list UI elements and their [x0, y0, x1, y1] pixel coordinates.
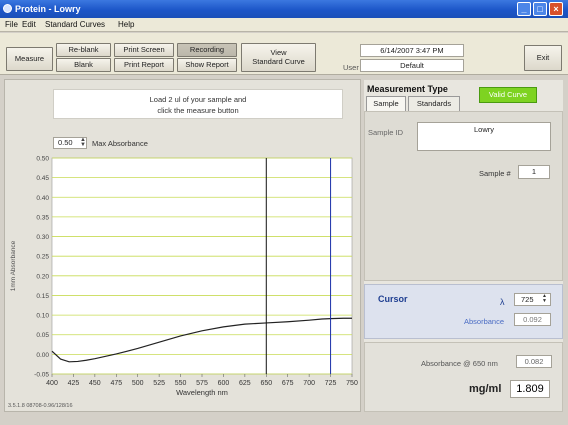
print-report-button[interactable]: Print Report: [114, 58, 174, 72]
view-standard-curve-button[interactable]: View Standard Curve: [241, 43, 316, 72]
x-tick-label: 400: [46, 380, 58, 387]
instruction-line-2: click the measure button: [157, 106, 239, 115]
exit-button[interactable]: Exit: [524, 45, 562, 71]
concentration-value: 1.809: [510, 380, 550, 398]
x-tick-label: 500: [132, 380, 144, 387]
show-report-button[interactable]: Show Report: [177, 58, 237, 72]
x-tick-label: 750: [346, 380, 358, 387]
y-tick-label: 0.25: [36, 254, 49, 261]
x-axis-label: Wavelength nm: [176, 388, 228, 397]
y-tick-label: 0.45: [36, 175, 49, 182]
x-tick-label: 625: [239, 380, 251, 387]
result-panel: [364, 342, 563, 412]
y-tick-label: 0.35: [36, 214, 49, 221]
menu-bar: File Edit Standard Curves Help: [0, 18, 568, 32]
x-tick-label: 650: [260, 380, 272, 387]
sample-id-input[interactable]: Lowry: [417, 122, 551, 151]
datetime-display: 6/14/2007 3:47 PM: [360, 44, 464, 57]
instruction-message: Load 2 ul of your sample and click the m…: [53, 89, 343, 119]
user-label: User: [343, 63, 359, 72]
x-tick-label: 700: [303, 380, 315, 387]
x-tick-label: 425: [68, 380, 80, 387]
reblank-button[interactable]: Re-blank: [56, 43, 111, 57]
measurement-type-title: Measurement Type: [367, 84, 448, 94]
instruction-line-1: Load 2 ul of your sample and: [149, 95, 247, 104]
menu-edit[interactable]: Edit: [22, 20, 36, 29]
menu-standard-curves[interactable]: Standard Curves: [45, 20, 105, 29]
x-tick-label: 475: [110, 380, 122, 387]
valid-curve-button[interactable]: Valid Curve: [479, 87, 537, 103]
sample-id-label: Sample ID: [368, 128, 404, 137]
blank-button[interactable]: Blank: [56, 58, 111, 72]
maximize-button[interactable]: □: [533, 2, 547, 16]
y-tick-label: 0.50: [36, 156, 49, 163]
view-standard-curve-label-2: Standard Curve: [252, 57, 305, 66]
version-footer: 3.5.1.8 08708-0.96/128/16: [8, 403, 73, 409]
y-tick-label: 0.20: [36, 273, 49, 280]
max-absorbance-label: Max Absorbance: [92, 139, 148, 148]
y-tick-label: 0.00: [36, 352, 49, 359]
print-screen-button[interactable]: Print Screen: [114, 43, 174, 57]
absorbance-at-650-value: 0.082: [516, 355, 552, 368]
concentration-unit: mg/ml: [469, 383, 502, 395]
x-tick-label: 600: [218, 380, 230, 387]
app-icon: [3, 4, 12, 13]
cursor-absorbance-label: Absorbance: [464, 317, 505, 326]
lambda-label: λ: [500, 297, 505, 307]
sample-number-input[interactable]: 1: [518, 165, 550, 179]
window-title: Protein - Lowry: [15, 4, 81, 14]
minimize-button[interactable]: _: [517, 2, 531, 16]
wavelength-spinner-icon[interactable]: ▲ ▼: [542, 294, 547, 304]
y-axis-label: 1mm Absorbance: [10, 240, 17, 291]
user-field[interactable]: Default: [360, 59, 464, 72]
sample-number-label: Sample #: [479, 169, 511, 178]
y-tick-label: 0.05: [36, 332, 49, 339]
tab-sample[interactable]: Sample: [366, 96, 406, 111]
plot-area: [51, 157, 353, 375]
y-tick-label: 0.10: [36, 313, 49, 320]
x-tick-label: 450: [89, 380, 101, 387]
cursor-absorbance-value: 0.092: [514, 313, 551, 326]
absorbance-at-650-label: Absorbance @ 650 nm: [421, 359, 498, 368]
x-tick-label: 550: [175, 380, 187, 387]
y-tick-label: 0.30: [36, 234, 49, 241]
title-bar: Protein - Lowry _ □ ×: [0, 0, 568, 18]
measure-button[interactable]: Measure: [6, 47, 53, 71]
x-tick-label: 575: [196, 380, 208, 387]
y-tick-label: -0.05: [34, 372, 49, 379]
x-tick-label: 725: [325, 380, 337, 387]
view-standard-curve-label-1: View: [270, 48, 287, 57]
y-tick-label: 0.40: [36, 195, 49, 202]
close-button[interactable]: ×: [549, 2, 563, 16]
tab-standards[interactable]: Standards: [408, 96, 460, 111]
cursor-title: Cursor: [378, 294, 408, 304]
recording-button[interactable]: Recording: [177, 43, 237, 57]
menu-file[interactable]: File: [5, 20, 18, 29]
absorbance-chart[interactable]: -0.05 0.00 0.05 0.10 0.15 0.20 0.25 0.30 0.35 0.4…: [4, 150, 361, 405]
y-tick-label: 0.15: [36, 293, 49, 300]
max-absorbance-spinner-icon[interactable]: ▲ ▼: [80, 137, 86, 148]
x-tick-label: 525: [153, 380, 165, 387]
x-tick-label: 675: [282, 380, 294, 387]
menu-help[interactable]: Help: [118, 20, 134, 29]
